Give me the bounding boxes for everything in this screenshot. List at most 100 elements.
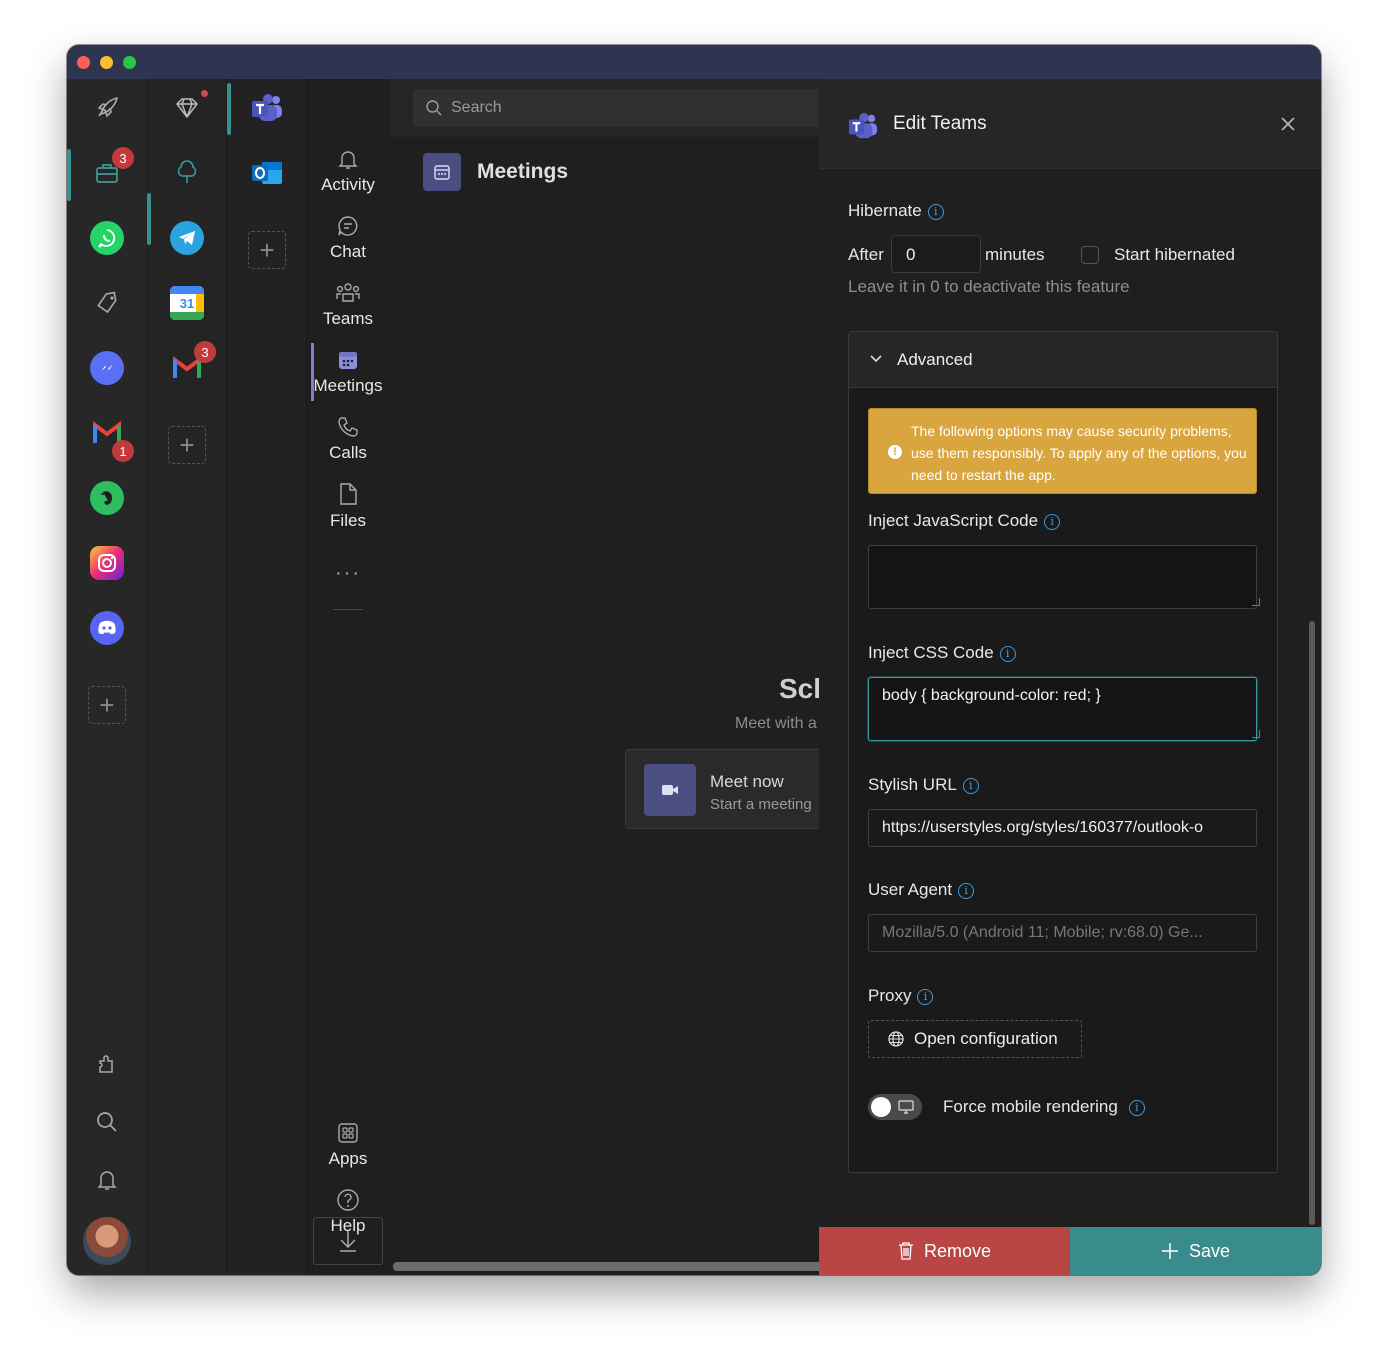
open-proxy-configuration-button[interactable]: Open configuration	[868, 1020, 1082, 1058]
add-workspace-service-button[interactable]: +	[168, 426, 206, 464]
inject-css-label-text: Inject CSS Code	[868, 643, 994, 662]
search-placeholder: Search	[451, 99, 502, 116]
add-service-button[interactable]: +	[88, 686, 126, 724]
nav-files-label: Files	[330, 511, 366, 530]
extension-icon[interactable]	[90, 1047, 124, 1081]
force-mobile-toggle[interactable]	[868, 1094, 922, 1120]
teams-people-icon	[336, 283, 360, 302]
title-bar	[67, 45, 1321, 79]
workspace-rail: 31 3 +	[147, 79, 227, 1275]
inject-js-label-text: Inject JavaScript Code	[868, 511, 1039, 530]
inject-js-textarea[interactable]	[868, 545, 1257, 609]
nav-activity-label: Activity	[321, 175, 375, 194]
teams-icon[interactable]	[250, 91, 284, 125]
info-icon[interactable]: i	[958, 882, 975, 899]
resize-handle[interactable]	[1252, 598, 1260, 606]
discord-icon[interactable]	[90, 611, 124, 645]
stylish-url-label: Stylish URL i	[868, 775, 979, 795]
advanced-toggle[interactable]: Advanced	[849, 332, 1277, 388]
save-button[interactable]: Save	[1070, 1227, 1321, 1275]
vertical-scrollbar[interactable]	[1309, 621, 1315, 1225]
nav-files[interactable]: Files	[307, 476, 389, 536]
nav-activity[interactable]: Activity	[307, 141, 389, 201]
proxy-label-text: Proxy	[868, 986, 912, 1005]
meet-now-subtitle: Start a meeting	[710, 796, 812, 813]
edit-service-panel: Edit Teams Hibernate i After 0 minutes St…	[819, 79, 1321, 1275]
warning-text: The following options may cause security…	[911, 423, 1247, 483]
calendar-day: 31	[179, 295, 195, 311]
nav-teams-label: Teams	[322, 309, 374, 328]
info-icon[interactable]: i	[917, 988, 934, 1005]
add-microsoft-service-button[interactable]: +	[248, 231, 286, 269]
hibernate-hint: Leave it in 0 to deactivate this feature	[848, 277, 1130, 296]
tree-icon[interactable]	[170, 156, 204, 190]
meetings-view: Search Meetings Sch Meet with a Meet now…	[389, 79, 855, 1275]
nav-apps[interactable]: Apps	[307, 1115, 389, 1175]
info-icon[interactable]: i	[1044, 513, 1061, 530]
messenger-icon[interactable]	[90, 351, 124, 385]
close-window-button[interactable]	[77, 56, 90, 69]
stylish-url-input[interactable]: https://userstyles.org/styles/160377/out…	[868, 809, 1257, 847]
tag-icon[interactable]	[90, 286, 124, 320]
open-configuration-label: Open configuration	[914, 1029, 1058, 1048]
close-icon[interactable]	[1277, 113, 1299, 135]
telegram-icon[interactable]	[170, 221, 204, 255]
after-label: After	[848, 245, 884, 264]
globe-icon	[888, 1031, 904, 1047]
calendar-icon	[423, 153, 461, 191]
instagram-icon[interactable]	[90, 546, 124, 580]
gmail-badge-2: 3	[194, 341, 216, 363]
resize-handle[interactable]	[1252, 730, 1260, 738]
teams-icon	[847, 111, 879, 146]
teams-left-nav: Activity Chat Teams Meetings Calls Files…	[307, 79, 389, 1275]
security-warning: ! The following options may cause securi…	[868, 408, 1257, 494]
force-mobile-label-text: Force mobile rendering	[943, 1097, 1118, 1116]
chevron-down-icon	[869, 352, 883, 371]
hibernate-minutes-input[interactable]: 0	[891, 235, 981, 273]
google-calendar-icon[interactable]: 31	[170, 286, 204, 320]
info-icon[interactable]: i	[1128, 1099, 1145, 1116]
diamond-icon[interactable]	[170, 91, 204, 125]
outlook-icon[interactable]	[250, 156, 284, 190]
search-input[interactable]: Search	[413, 89, 833, 127]
briefcase-badge: 3	[112, 147, 134, 169]
inject-css-textarea[interactable]: body { background-color: red; }	[868, 677, 1257, 741]
info-icon[interactable]: i	[927, 203, 944, 220]
monitor-icon	[898, 1100, 914, 1114]
remove-button[interactable]: Remove	[819, 1227, 1070, 1275]
toggle-knob	[871, 1097, 891, 1117]
whatsapp-icon[interactable]	[90, 221, 124, 255]
search-icon[interactable]	[90, 1105, 124, 1139]
nav-teams[interactable]: Teams	[307, 275, 389, 335]
nav-calls[interactable]: Calls	[307, 409, 389, 469]
chat-icon	[338, 216, 358, 236]
nav-calls-label: Calls	[329, 443, 367, 462]
start-hibernated-checkbox[interactable]	[1081, 246, 1099, 264]
meetings-body: Meetings Sch Meet with a Meet now Start …	[389, 137, 855, 1275]
download-button[interactable]	[313, 1217, 383, 1265]
gmail-badge: 1	[112, 440, 134, 462]
bell-icon[interactable]	[90, 1163, 124, 1197]
user-agent-input[interactable]: Mozilla/5.0 (Android 11; Mobile; rv:68.0…	[868, 914, 1257, 952]
schedule-subtext: Meet with a	[735, 715, 817, 732]
minimize-window-button[interactable]	[100, 56, 113, 69]
video-camera-icon	[644, 764, 696, 816]
hibernate-label: Hibernate i	[848, 201, 944, 221]
avatar[interactable]	[83, 1217, 131, 1265]
nav-chat[interactable]: Chat	[307, 208, 389, 268]
nav-more-button[interactable]: ···	[307, 543, 389, 603]
calendar-icon	[339, 352, 357, 369]
zoom-window-button[interactable]	[123, 56, 136, 69]
nav-meetings[interactable]: Meetings	[307, 342, 389, 402]
rocket-icon[interactable]	[90, 91, 124, 125]
info-icon[interactable]: i	[962, 777, 979, 794]
info-icon[interactable]: i	[999, 645, 1016, 662]
evernote-icon[interactable]	[90, 481, 124, 515]
stylish-url-label-text: Stylish URL	[868, 775, 957, 794]
panel-actions: Remove Save	[819, 1227, 1321, 1275]
help-icon	[337, 1189, 359, 1211]
meet-now-title: Meet now	[710, 772, 784, 791]
nav-apps-label: Apps	[328, 1149, 368, 1168]
apps-icon	[338, 1123, 358, 1143]
horizontal-scrollbar[interactable]	[393, 1262, 823, 1271]
